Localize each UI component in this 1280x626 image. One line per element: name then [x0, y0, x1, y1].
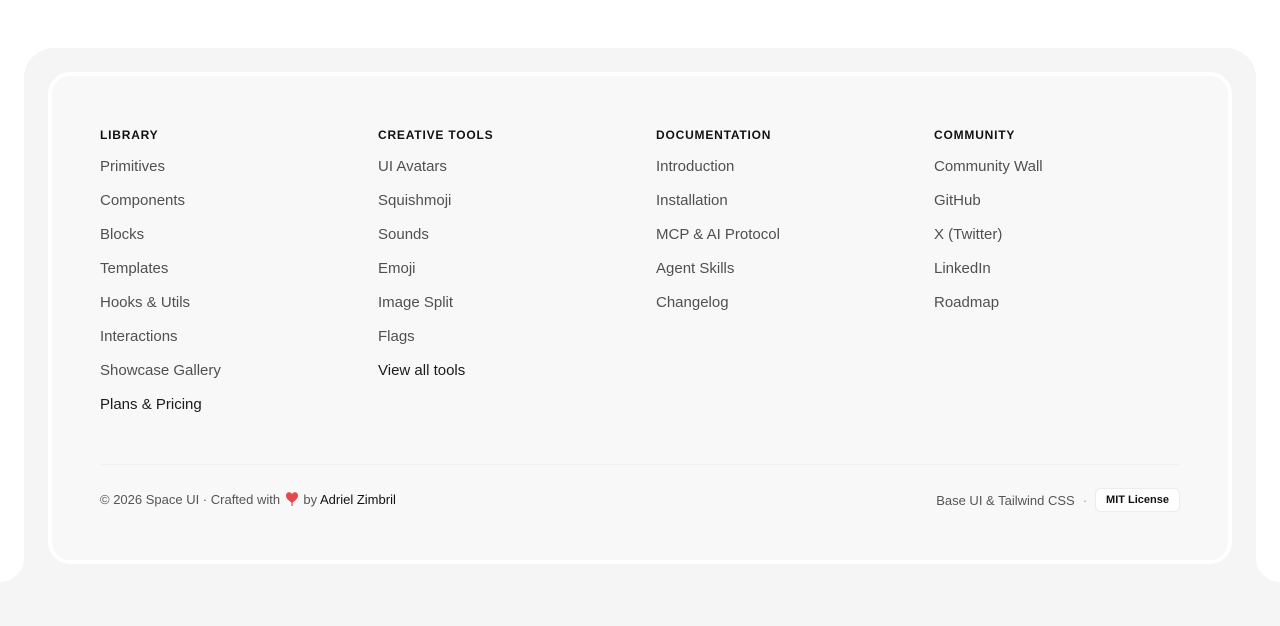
- footer-link-plans-pricing[interactable]: Plans & Pricing: [100, 396, 202, 413]
- link-list: Community Wall GitHub X (Twitter) LinkedIn R…: [934, 157, 1194, 327]
- footer-link-item: Installation: [656, 191, 916, 225]
- link-list: UI Avatars Squishmoji Sounds Emoji Image Spl…: [378, 157, 638, 395]
- footer-link-agent-skills[interactable]: Agent Skills: [656, 260, 734, 277]
- footer-link-flags[interactable]: Flags: [378, 328, 415, 345]
- heart-icon: [285, 492, 298, 506]
- footer-link-x-twitter[interactable]: X (Twitter): [934, 226, 1002, 243]
- shell-corner-left: [0, 558, 24, 582]
- link-list: Introduction Installation MCP & AI Protoco…: [656, 157, 916, 327]
- footer-column-documentation: DOCUMENTATION Introduction Installation MC…: [656, 126, 916, 327]
- footer-link-github[interactable]: GitHub: [934, 192, 981, 209]
- footer-link-item: Primitives: [100, 157, 360, 191]
- footer-meta: Base UI & Tailwind CSS · MIT License: [936, 487, 1180, 513]
- footer-link-view-all-tools[interactable]: View all tools: [378, 362, 465, 379]
- copyright: © 2026 Space UI · Crafted with by Adriel…: [100, 490, 396, 510]
- footer-link-item: GitHub: [934, 191, 1194, 225]
- footer-link-item: MCP & AI Protocol: [656, 225, 916, 259]
- footer-divider: [100, 464, 1180, 465]
- footer-link-mcp-ai-protocol[interactable]: MCP & AI Protocol: [656, 226, 780, 243]
- footer-link-roadmap[interactable]: Roadmap: [934, 294, 999, 311]
- footer-columns: LIBRARY Primitives Components Blocks Templa…: [100, 126, 1200, 426]
- stack-text: Base UI & Tailwind CSS: [936, 492, 1075, 508]
- footer-link-item: LinkedIn: [934, 259, 1194, 293]
- column-heading: DOCUMENTATION: [656, 128, 772, 142]
- footer-link-item: View all tools: [378, 361, 638, 395]
- footer-link-item: Squishmoji: [378, 191, 638, 225]
- footer-link-sounds[interactable]: Sounds: [378, 226, 429, 243]
- footer-link-hooks-utils[interactable]: Hooks & Utils: [100, 294, 190, 311]
- footer-link-item: Showcase Gallery: [100, 361, 360, 395]
- footer-link-item: UI Avatars: [378, 157, 638, 191]
- footer-link-item: Image Split: [378, 293, 638, 327]
- footer-link-blocks[interactable]: Blocks: [100, 226, 144, 243]
- footer-link-item: Flags: [378, 327, 638, 361]
- footer-link-community-wall[interactable]: Community Wall: [934, 158, 1043, 175]
- footer-link-templates[interactable]: Templates: [100, 260, 168, 277]
- footer-link-item: Hooks & Utils: [100, 293, 360, 327]
- link-list: Primitives Components Blocks Templates Hooks…: [100, 157, 360, 429]
- footer-link-item: Templates: [100, 259, 360, 293]
- footer-column-library: LIBRARY Primitives Components Blocks Templa…: [100, 126, 360, 429]
- footer-link-item: Introduction: [656, 157, 916, 191]
- footer-link-item: Agent Skills: [656, 259, 916, 293]
- footer-column-creative-tools: CREATIVE TOOLS UI Avatars Squishmoji Sound…: [378, 126, 638, 395]
- footer-link-changelog[interactable]: Changelog: [656, 294, 729, 311]
- footer-link-showcase-gallery[interactable]: Showcase Gallery: [100, 362, 221, 379]
- footer-link-item: Roadmap: [934, 293, 1194, 327]
- author-link[interactable]: Adriel Zimbril: [320, 492, 396, 507]
- copyright-text: © 2026 Space UI · Crafted with: [100, 492, 281, 507]
- footer-link-item: Community Wall: [934, 157, 1194, 191]
- footer-link-item: Blocks: [100, 225, 360, 259]
- footer-link-item: Changelog: [656, 293, 916, 327]
- footer-link-primitives[interactable]: Primitives: [100, 158, 165, 175]
- license-badge[interactable]: MIT License: [1095, 488, 1180, 512]
- column-heading: LIBRARY: [100, 128, 159, 142]
- footer-link-item: Components: [100, 191, 360, 225]
- footer-card: LIBRARY Primitives Components Blocks Templa…: [48, 72, 1232, 564]
- footer-link-components[interactable]: Components: [100, 192, 185, 209]
- footer-link-item: Emoji: [378, 259, 638, 293]
- footer-column-community: COMMUNITY Community Wall GitHub X (Twitter…: [934, 126, 1194, 327]
- footer-link-item: Sounds: [378, 225, 638, 259]
- footer-link-installation[interactable]: Installation: [656, 192, 728, 209]
- footer-link-linkedin[interactable]: LinkedIn: [934, 260, 991, 277]
- footer-link-interactions[interactable]: Interactions: [100, 328, 178, 345]
- shell-corner-right: [1256, 558, 1280, 582]
- footer-link-item: X (Twitter): [934, 225, 1194, 259]
- footer-link-emoji[interactable]: Emoji: [378, 260, 416, 277]
- column-heading: CREATIVE TOOLS: [378, 128, 494, 142]
- footer-link-image-split[interactable]: Image Split: [378, 294, 453, 311]
- column-heading: COMMUNITY: [934, 128, 1016, 142]
- footer-link-introduction[interactable]: Introduction: [656, 158, 734, 175]
- footer-link-ui-avatars[interactable]: UI Avatars: [378, 158, 447, 175]
- copyright-by: by: [303, 492, 318, 507]
- page: LIBRARY Primitives Components Blocks Templa…: [0, 0, 1280, 626]
- footer-link-squishmoji[interactable]: Squishmoji: [378, 192, 451, 209]
- footer-link-item: Plans & Pricing: [100, 395, 360, 429]
- footer-link-item: Interactions: [100, 327, 360, 361]
- separator-dot: ·: [1082, 492, 1088, 508]
